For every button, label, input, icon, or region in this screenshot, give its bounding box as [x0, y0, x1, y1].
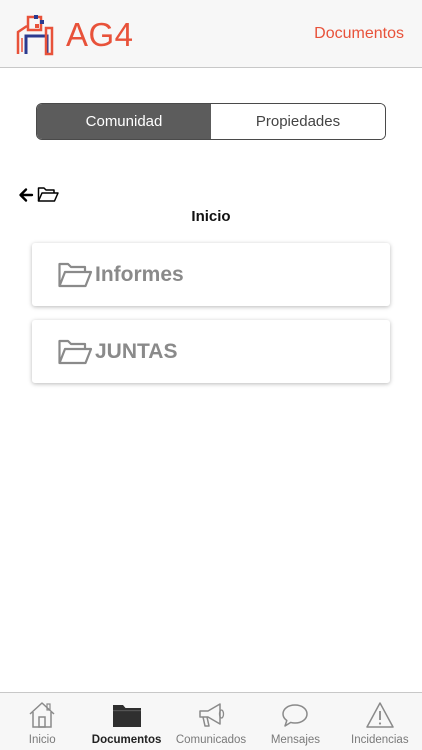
warning-icon	[366, 702, 394, 728]
folder-open-icon	[37, 187, 59, 202]
tab-incidencias[interactable]: Incidencias	[338, 693, 422, 750]
folder-icon	[112, 705, 141, 727]
scope-segmented-control[interactable]: Comunidad Propiedades	[36, 103, 386, 140]
folder-open-icon	[58, 339, 93, 364]
folder-item-juntas[interactable]: JUNTAS	[32, 320, 390, 383]
top-header: AG4 Documentos	[0, 0, 422, 68]
tab-label: Incidencias	[351, 734, 409, 746]
folder-item-informes[interactable]: Informes	[32, 243, 390, 306]
tab-label: Documentos	[91, 734, 162, 746]
tab-label: Inicio	[28, 734, 56, 746]
megaphone-icon	[199, 703, 225, 727]
bottom-tab-bar: Inicio Documentos Comunicados Mensajes I…	[0, 692, 422, 750]
page-title: Documentos	[314, 25, 404, 42]
building-logo-icon[interactable]	[15, 14, 55, 56]
arrow-left-icon[interactable]	[18, 187, 34, 203]
folder-label: JUNTAS	[95, 339, 178, 363]
segment-propiedades[interactable]: Propiedades	[211, 104, 385, 139]
brand-name: AG4	[66, 16, 134, 53]
segment-comunidad[interactable]: Comunidad	[37, 104, 211, 139]
tab-label: Comunicados	[175, 734, 247, 746]
folder-open-icon	[58, 262, 93, 287]
tab-documentos[interactable]: Documentos	[84, 693, 168, 750]
tab-inicio[interactable]: Inicio	[0, 693, 84, 750]
house-icon	[29, 702, 55, 728]
folder-label: Informes	[95, 262, 184, 286]
breadcrumb: Inicio	[191, 208, 231, 225]
tab-comunicados[interactable]: Comunicados	[169, 693, 253, 750]
tab-label: Mensajes	[270, 734, 321, 746]
folder-navigation	[18, 186, 59, 203]
speech-bubble-icon	[282, 704, 309, 727]
tab-mensajes[interactable]: Mensajes	[253, 693, 337, 750]
